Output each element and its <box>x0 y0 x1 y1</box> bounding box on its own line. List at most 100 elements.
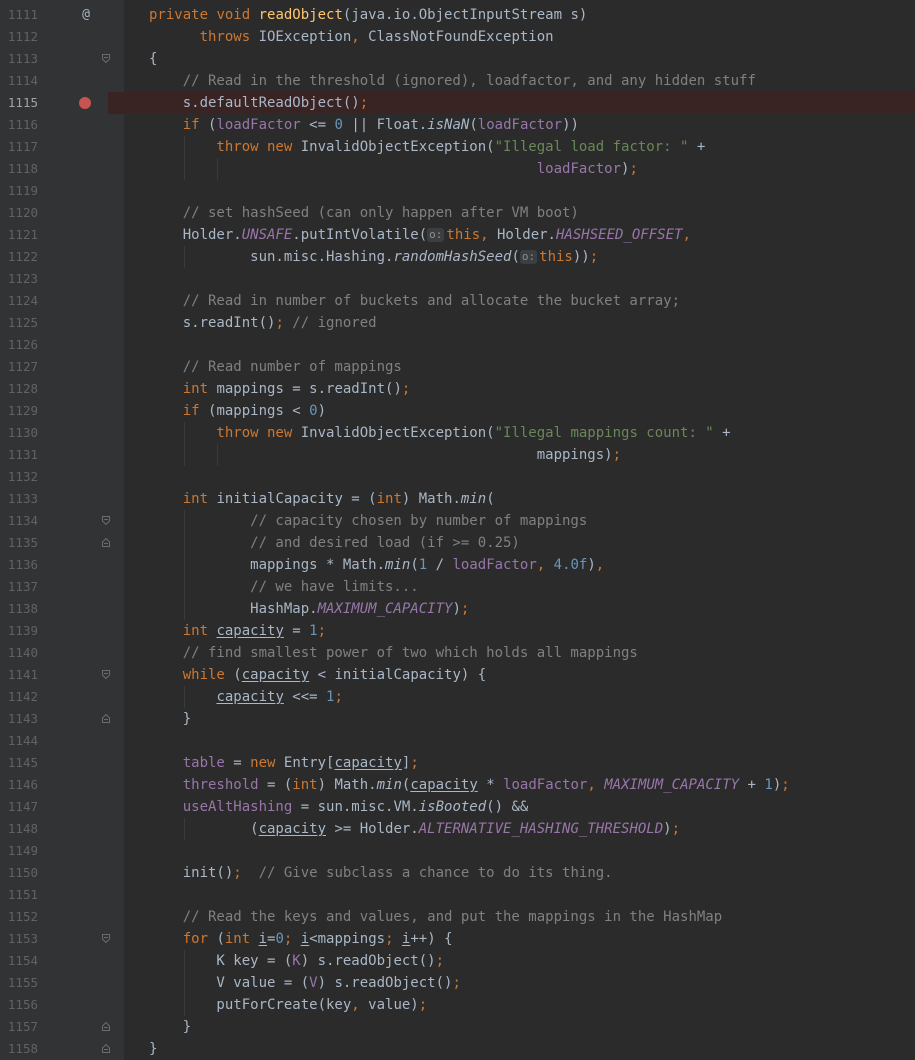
code-line[interactable]: 1131 mappings); <box>0 444 915 466</box>
code-text[interactable]: // Read in number of buckets and allocat… <box>149 290 680 312</box>
line-number[interactable]: 1111 <box>0 4 38 26</box>
fold-end-icon[interactable] <box>102 538 110 547</box>
line-number[interactable]: 1126 <box>0 334 38 356</box>
code-line[interactable]: 1150 init(); // Give subclass a chance t… <box>0 862 915 884</box>
code-line[interactable]: 1127 // Read number of mappings <box>0 356 915 378</box>
code-text[interactable]: mappings); <box>149 444 621 466</box>
code-text[interactable]: mappings * Math.min(1 / loadFactor, 4.0f… <box>149 554 604 576</box>
line-number[interactable]: 1150 <box>0 862 38 884</box>
code-line[interactable]: 1140 // find smallest power of two which… <box>0 642 915 664</box>
line-number[interactable]: 1154 <box>0 950 38 972</box>
code-text[interactable]: loadFactor); <box>149 158 638 180</box>
code-text[interactable]: (capacity >= Holder.ALTERNATIVE_HASHING_… <box>149 818 680 840</box>
code-line[interactable]: 1111 @ private void readObject(java.io.Obj… <box>0 4 915 26</box>
code-text[interactable]: table = new Entry[capacity]; <box>149 752 419 774</box>
code-text[interactable]: } <box>149 1016 191 1038</box>
code-line[interactable]: 1116 if (loadFactor <= 0 || Float.isNaN(… <box>0 114 915 136</box>
line-number[interactable]: 1114 <box>0 70 38 92</box>
code-text[interactable]: } <box>149 1038 157 1060</box>
code-text[interactable]: Holder.UNSAFE.putIntVolatile(o: this, Hol… <box>149 224 691 246</box>
code-line[interactable]: 1149 <box>0 840 915 862</box>
code-line[interactable]: 1157 } <box>0 1016 915 1038</box>
breakpoint-icon[interactable] <box>79 97 91 109</box>
code-text[interactable]: private void readObject(java.io.ObjectIn… <box>149 4 587 26</box>
line-number[interactable]: 1151 <box>0 884 38 906</box>
line-number[interactable]: 1138 <box>0 598 38 620</box>
code-text[interactable]: while (capacity < initialCapacity) { <box>149 664 486 686</box>
code-text[interactable]: // set hashSeed (can only happen after V… <box>149 202 579 224</box>
line-number[interactable]: 1157 <box>0 1016 38 1038</box>
code-line[interactable]: 1148 (capacity >= Holder.ALTERNATIVE_HAS… <box>0 818 915 840</box>
code-text[interactable]: useAltHashing = sun.misc.VM.isBooted() &… <box>149 796 529 818</box>
code-text[interactable]: s.defaultReadObject(); <box>149 92 368 114</box>
code-line[interactable]: 1124 // Read in number of buckets and al… <box>0 290 915 312</box>
line-number[interactable]: 1139 <box>0 620 38 642</box>
code-text[interactable]: HashMap.MAXIMUM_CAPACITY); <box>149 598 469 620</box>
code-text[interactable]: s.readInt(); // ignored <box>149 312 377 334</box>
line-number[interactable]: 1158 <box>0 1038 38 1060</box>
fold-start-icon[interactable] <box>102 934 110 943</box>
fold-start-icon[interactable] <box>102 670 110 679</box>
code-text[interactable]: // capacity chosen by number of mappings <box>149 510 587 532</box>
line-number[interactable]: 1122 <box>0 246 38 268</box>
code-line[interactable]: 1115 s.defaultReadObject(); <box>0 92 915 114</box>
code-line[interactable]: 1144 <box>0 730 915 752</box>
code-text[interactable]: throw new InvalidObjectException("Illega… <box>149 422 730 444</box>
line-number[interactable]: 1119 <box>0 180 38 202</box>
code-line[interactable]: 1119 <box>0 180 915 202</box>
code-text[interactable]: int initialCapacity = (int) Math.min( <box>149 488 495 510</box>
line-number[interactable]: 1145 <box>0 752 38 774</box>
code-text[interactable]: // Read number of mappings <box>149 356 402 378</box>
line-number[interactable]: 1127 <box>0 356 38 378</box>
code-text[interactable]: init(); // Give subclass a chance to do … <box>149 862 613 884</box>
code-text[interactable]: capacity <<= 1; <box>149 686 342 708</box>
code-line[interactable]: 1154 K key = (K) s.readObject(); <box>0 950 915 972</box>
fold-start-icon[interactable] <box>102 54 110 63</box>
code-line[interactable]: 1130 throw new InvalidObjectException("I… <box>0 422 915 444</box>
code-text[interactable]: K key = (K) s.readObject(); <box>149 950 444 972</box>
line-number[interactable]: 1152 <box>0 906 38 928</box>
line-number[interactable]: 1134 <box>0 510 38 532</box>
fold-start-icon[interactable] <box>102 516 110 525</box>
code-text[interactable]: throws IOException, ClassNotFoundExcepti… <box>149 26 554 48</box>
line-number[interactable]: 1140 <box>0 642 38 664</box>
code-line[interactable]: 1143 } <box>0 708 915 730</box>
line-number[interactable]: 1143 <box>0 708 38 730</box>
code-line[interactable]: 1145 table = new Entry[capacity]; <box>0 752 915 774</box>
code-line[interactable]: 1151 <box>0 884 915 906</box>
code-line[interactable]: 1133 int initialCapacity = (int) Math.mi… <box>0 488 915 510</box>
code-text[interactable]: threshold = (int) Math.min(capacity * lo… <box>149 774 790 796</box>
code-text[interactable]: throw new InvalidObjectException("Illega… <box>149 136 705 158</box>
line-number[interactable]: 1142 <box>0 686 38 708</box>
line-number[interactable]: 1149 <box>0 840 38 862</box>
code-line[interactable]: 1125 s.readInt(); // ignored <box>0 312 915 334</box>
code-line[interactable]: 1139 int capacity = 1; <box>0 620 915 642</box>
fold-end-icon[interactable] <box>102 1044 110 1053</box>
code-text[interactable]: sun.misc.Hashing.randomHashSeed(o: this))… <box>149 246 598 268</box>
line-number[interactable]: 1147 <box>0 796 38 818</box>
line-number[interactable]: 1116 <box>0 114 38 136</box>
code-line[interactable]: 1156 putForCreate(key, value); <box>0 994 915 1016</box>
line-number[interactable]: 1155 <box>0 972 38 994</box>
code-line[interactable]: 1146 threshold = (int) Math.min(capacity… <box>0 774 915 796</box>
line-number[interactable]: 1117 <box>0 136 38 158</box>
line-number[interactable]: 1146 <box>0 774 38 796</box>
code-text[interactable]: int capacity = 1; <box>149 620 326 642</box>
code-text[interactable]: { <box>149 48 157 70</box>
code-text[interactable]: if (mappings < 0) <box>149 400 326 422</box>
fold-end-icon[interactable] <box>102 1022 110 1031</box>
code-line[interactable]: 1138 HashMap.MAXIMUM_CAPACITY); <box>0 598 915 620</box>
line-number[interactable]: 1153 <box>0 928 38 950</box>
code-line[interactable]: 1134 // capacity chosen by number of map… <box>0 510 915 532</box>
code-line[interactable]: 1126 <box>0 334 915 356</box>
line-number[interactable]: 1128 <box>0 378 38 400</box>
override-annotation-icon[interactable]: @ <box>78 4 94 26</box>
code-text[interactable]: for (int i=0; i<mappings; i++) { <box>149 928 453 950</box>
line-number[interactable]: 1136 <box>0 554 38 576</box>
line-number[interactable]: 1123 <box>0 268 38 290</box>
code-line[interactable]: 1141 while (capacity < initialCapacity) … <box>0 664 915 686</box>
line-number[interactable]: 1112 <box>0 26 38 48</box>
code-line[interactable]: 1153 for (int i=0; i<mappings; i++) { <box>0 928 915 950</box>
code-line[interactable]: 1152 // Read the keys and values, and pu… <box>0 906 915 928</box>
line-number[interactable]: 1141 <box>0 664 38 686</box>
